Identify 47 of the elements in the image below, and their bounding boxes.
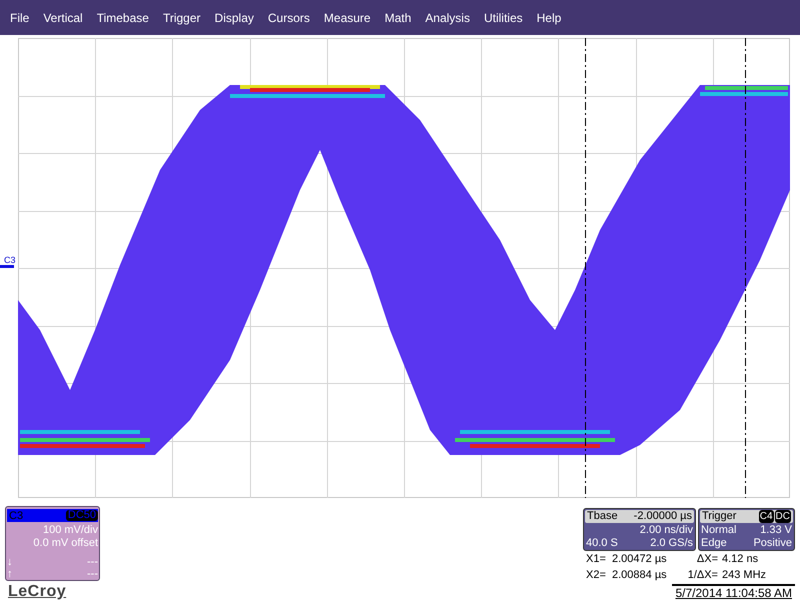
scale-text: 100 mV/div — [42, 524, 99, 537]
menu-item[interactable]: Timebase — [90, 8, 155, 28]
panel-title: Tbase — [587, 510, 618, 523]
samples-value: 40.0 S — [586, 537, 618, 550]
brand-logo: LeCroy — [8, 583, 68, 600]
delta-value: 243 MHz — [722, 568, 768, 583]
rate-value: 2.0 GS/s — [650, 537, 693, 550]
row-value: --- — [87, 556, 98, 568]
slope-value: Positive — [753, 537, 792, 550]
menu-item[interactable]: Help — [530, 8, 568, 28]
menu-item[interactable]: Utilities — [478, 8, 529, 28]
menu-item[interactable]: Analysis — [419, 8, 476, 28]
panel-title: Trigger — [702, 510, 736, 523]
menu-item[interactable]: File — [4, 8, 36, 28]
row-value: --- — [87, 568, 98, 580]
timebase-panel[interactable]: Tbase -2.00000 µs 2.00 ns/div 40.0 S 2.0 GS/s — [583, 508, 696, 551]
menu-item[interactable]: Math — [378, 8, 418, 28]
menu-item[interactable]: Measure — [318, 8, 377, 28]
menu-item[interactable]: Display — [208, 8, 260, 28]
delta-value: 4.12 ns — [722, 552, 760, 567]
delta-label: 1/ΔX= — [686, 568, 719, 583]
menu-item[interactable]: Cursors — [262, 8, 316, 28]
channel-label: C3 — [8, 510, 24, 522]
cursor-value: 2.00472 µs — [612, 552, 668, 567]
type-value: Edge — [701, 537, 727, 550]
timestamp: 5/7/2014 11:04:58 AM — [672, 584, 795, 600]
cursor-label: X1= — [586, 552, 607, 567]
cursor-label: X2= — [586, 568, 607, 583]
cursor-value: 2.00884 µs — [612, 568, 668, 583]
offset-text: 0.0 mV offset — [32, 537, 99, 550]
level-value: 1.33 V — [760, 524, 792, 537]
row-symbol: ↓ — [7, 556, 12, 568]
delay-value: -2.00000 µs — [634, 510, 692, 523]
cursor-line[interactable] — [585, 38, 586, 498]
trigger-panel[interactable]: Trigger C4 DC Normal 1.33 V Edge Positive — [698, 508, 795, 551]
delta-label: ΔX= — [696, 552, 719, 567]
menu-item[interactable]: Vertical — [37, 8, 89, 28]
coupling-badge: DC — [774, 510, 791, 523]
menu-item[interactable]: Trigger — [156, 8, 207, 28]
scale-value: 2.00 ns/div — [640, 524, 693, 537]
row-symbol: ↑ — [7, 568, 12, 580]
source-badge: C4 — [758, 510, 774, 523]
coupling-badge: DC50 — [66, 510, 98, 521]
trace-marker-icon — [0, 265, 14, 269]
mode-value: Normal — [701, 524, 736, 537]
cursor-line[interactable] — [745, 38, 746, 498]
trace-label: C3 — [3, 255, 17, 265]
